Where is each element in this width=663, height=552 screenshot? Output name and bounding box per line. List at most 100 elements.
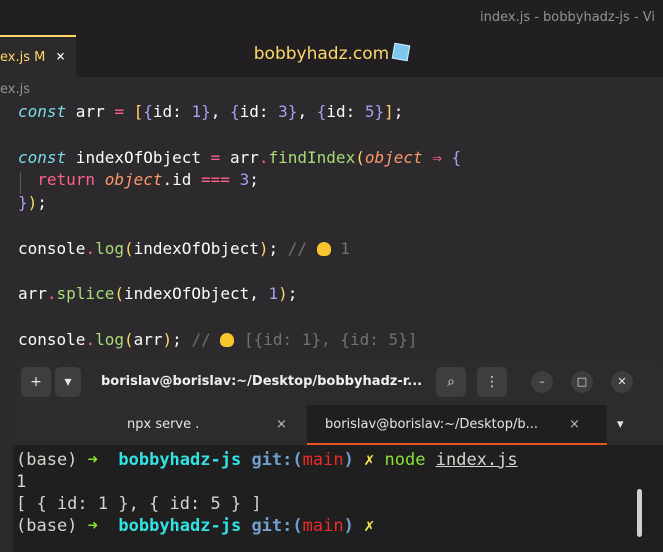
terminal-scrollbar[interactable] [637,489,642,537]
function-name: findIndex [268,147,356,167]
identifier: console [18,238,86,258]
operator: = [210,147,221,167]
menu-icon[interactable]: ⋮ [477,367,507,397]
terminal-tab-npx-serve[interactable]: npx serve . × [13,405,306,445]
comma: , [297,102,317,121]
close-icon[interactable]: × [569,405,580,445]
terminal-output[interactable]: (base) ➜ bobbyhadz-js git:(main) ✗ node … [16,449,518,537]
function-name: splice [56,284,115,304]
argument: indexOfObject [133,238,259,258]
conda-env: (base) [16,516,88,536]
window-title: index.js - bobbyhadz-js - Vi [480,10,655,25]
bracket: } [374,102,385,121]
dirty-mark: ✗ [353,450,385,470]
comment-result: [{id: 1}, {id: 5}] [234,329,418,349]
breadcrumb: ex.js [0,82,30,97]
maximize-button[interactable]: □ [571,371,593,393]
pointing-hand-icon [220,332,235,347]
semicolon: ; [393,102,404,121]
keyword: const [18,147,67,167]
bracket: { [143,102,153,121]
number: 3 [278,102,288,121]
terminal-line: (base) ➜ bobbyhadz-js git:(main) ✗ node … [16,449,518,471]
property: id: [239,102,279,121]
function-name: log [95,238,124,258]
number: 1 [268,284,279,304]
keyword: const [18,102,67,121]
code-editor[interactable]: const arr = [{id: 1}, {id: 3}, {id: 5}];… [18,101,461,352]
paren: ) [258,238,269,258]
terminal-line: (base) ➜ bobbyhadz-js git:(main) ✗ [16,515,518,537]
code-line-4: return object.id === 3; [18,169,461,192]
terminal-window: + ▾ borislav@borislav:~/Desktop/bobbyhad… [13,359,663,552]
paren: ( [123,329,134,349]
arrow-operator: ⇒ [422,147,452,167]
window-titlebar: index.js - bobbyhadz-js - Vi [0,0,663,35]
paren: ) [162,329,173,349]
property: .id [162,170,202,190]
dot: . [85,238,96,258]
code-line-7: console.log(indexOfObject); // 1 [18,238,461,261]
site-banner: bobbyhadz.com [0,42,663,64]
bracket: } [287,102,298,121]
semicolon: ; [268,238,279,258]
function-name: log [95,329,124,349]
code-line-5: }); [18,192,461,215]
command-arg: index.js [435,450,518,470]
chevron-down-icon[interactable]: ▾ [55,367,81,397]
close-icon[interactable]: × [276,405,287,445]
property: id: [152,102,192,121]
code-line-3: const indexOfObject = arr.findIndex(obje… [18,147,461,170]
terminal-header: + ▾ borislav@borislav:~/Desktop/bobbyhad… [13,359,663,405]
dot: . [85,329,96,349]
semicolon: ; [249,170,259,190]
terminal-line: [ { id: 1 }, { id: 5 } ] [16,494,262,514]
prompt-arrow: ➜ [87,516,98,536]
bracket: { [316,102,327,121]
new-tab-button[interactable]: + [21,367,51,397]
close-button[interactable]: ✕ [611,371,633,393]
number: 5 [364,102,375,121]
ice-cube-icon [391,42,411,62]
identifier: arr [229,147,259,167]
conda-env: (base) [16,450,88,470]
parameter: object [364,147,423,167]
keyword-return: return [37,170,96,190]
banner-text: bobbyhadz.com [253,44,390,64]
comma: , [210,102,230,121]
git-label-close: ) [343,450,354,470]
terminal-tab-borislav[interactable]: borislav@borislav:~/Desktop/b... × [307,405,607,445]
search-icon[interactable]: ⌕ [436,367,466,397]
paren: ) [278,284,288,304]
code-line-11: console.log(arr); // [{id: 1}, {id: 5}] [18,329,461,352]
paren: ) [27,193,38,213]
code-line-9: arr.splice(indexOfObject, 1); [18,283,461,306]
git-label: git:( [251,516,303,536]
bracket: ] [384,102,394,121]
terminal-tab-bar: npx serve . × borislav@borislav:~/Deskto… [13,405,663,445]
dot: . [46,284,57,304]
minimize-button[interactable]: – [531,371,553,393]
terminal-tab-label: borislav@borislav:~/Desktop/b... [325,417,538,432]
brace: } [18,193,28,213]
prompt-arrow: ➜ [87,450,98,470]
prompt-dir: bobbyhadz-js [97,450,252,470]
dot: . [258,147,269,167]
pointing-hand-icon [316,241,331,256]
brace: { [451,147,462,167]
number: 3 [239,170,250,190]
git-branch: main [302,516,344,536]
code-line-1: const arr = [{id: 1}, {id: 3}, {id: 5}]; [18,101,461,124]
git-branch: main [302,450,344,470]
paren: ( [355,147,365,167]
git-label-close: ) [343,516,354,536]
tabs-menu-icon[interactable]: ▾ [617,405,633,445]
property: id: [326,102,365,121]
semicolon: ; [287,284,298,304]
